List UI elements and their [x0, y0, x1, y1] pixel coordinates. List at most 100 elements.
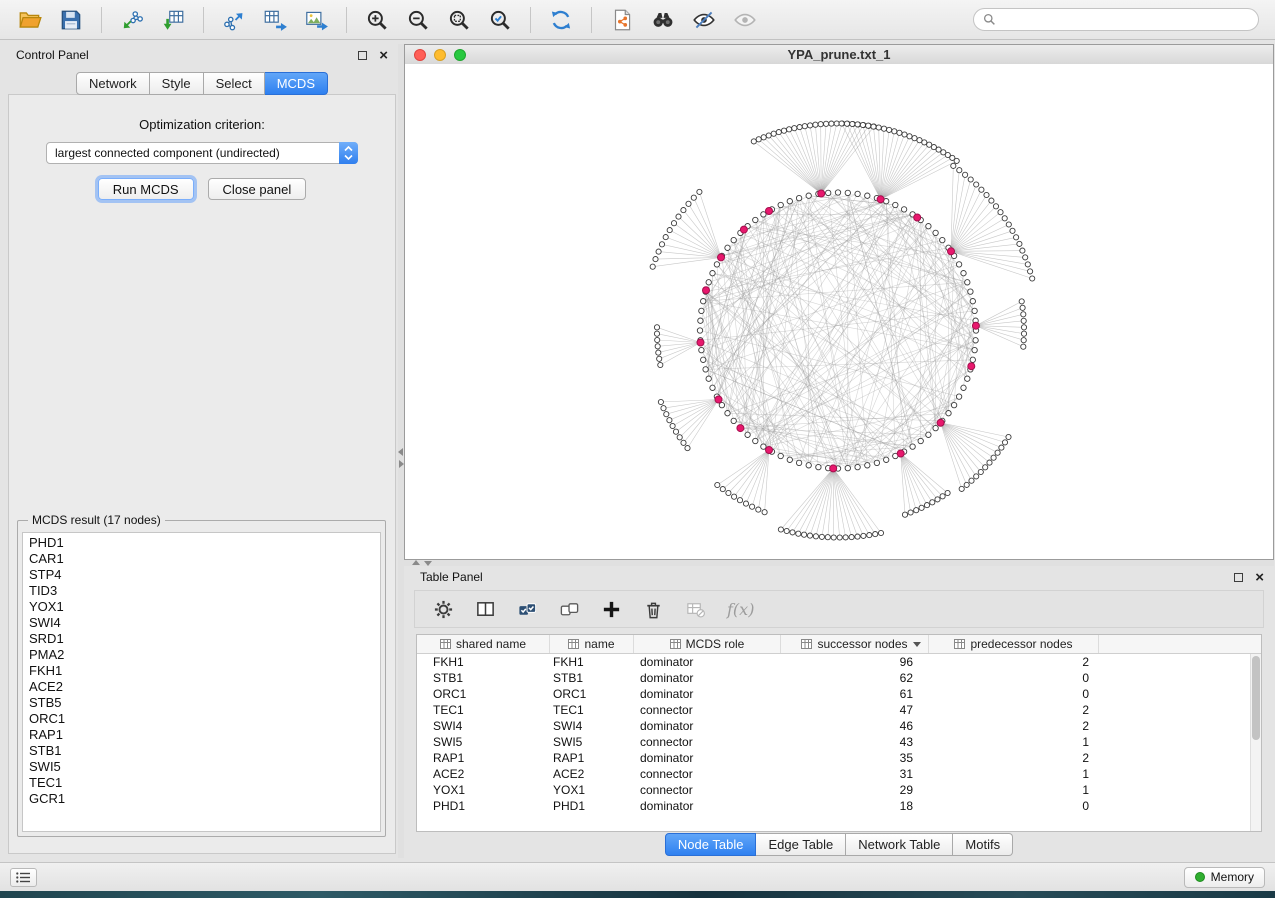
deselect-all-button[interactable] — [559, 599, 580, 620]
table-cell[interactable]: 47 — [781, 703, 929, 717]
tab-node-table[interactable]: Node Table — [665, 833, 757, 856]
leaf-node[interactable] — [974, 182, 979, 187]
leaf-node[interactable] — [999, 445, 1004, 450]
leaf-node[interactable] — [907, 134, 912, 139]
dropdown-stepper[interactable] — [339, 142, 358, 164]
leaf-node[interactable] — [831, 535, 836, 540]
leaf-node[interactable] — [715, 482, 720, 487]
leaf-node[interactable] — [963, 172, 968, 177]
float-panel-icon[interactable] — [1234, 573, 1243, 582]
leaf-node[interactable] — [1021, 331, 1026, 336]
table-cell[interactable]: 0 — [929, 687, 1099, 701]
ring-node[interactable] — [719, 402, 724, 407]
leaf-node[interactable] — [892, 129, 897, 134]
network-graph[interactable] — [405, 64, 1273, 559]
ring-node[interactable] — [745, 432, 750, 437]
table-row[interactable]: TEC1TEC1connector472 — [417, 702, 1261, 718]
leaf-node[interactable] — [1028, 269, 1033, 274]
leaf-node[interactable] — [951, 163, 956, 168]
table-cell[interactable]: 43 — [781, 735, 929, 749]
delete-column-button[interactable] — [643, 599, 664, 620]
leaf-node[interactable] — [790, 530, 795, 535]
table-cell[interactable]: 0 — [929, 799, 1099, 813]
tab-network-table[interactable]: Network Table — [846, 833, 953, 856]
ring-node[interactable] — [778, 202, 783, 207]
column-header-name[interactable]: name — [550, 635, 634, 653]
tab-mcds[interactable]: MCDS — [265, 72, 328, 95]
leaf-node[interactable] — [998, 210, 1003, 215]
zoom-fit-button[interactable] — [441, 5, 477, 35]
ring-node[interactable] — [884, 457, 889, 462]
leaf-node[interactable] — [654, 325, 659, 330]
leaf-node[interactable] — [897, 130, 902, 135]
table-cell[interactable]: ORC1 — [550, 687, 634, 701]
ring-node[interactable] — [970, 299, 975, 304]
leaf-node[interactable] — [750, 504, 755, 509]
leaf-node[interactable] — [860, 122, 865, 127]
table-cell[interactable]: ACE2 — [550, 767, 634, 781]
leaf-node[interactable] — [887, 127, 892, 132]
leaf-node[interactable] — [756, 507, 761, 512]
leaf-node[interactable] — [685, 446, 690, 451]
table-cell[interactable]: ACE2 — [417, 767, 550, 781]
zoom-in-button[interactable] — [359, 5, 395, 35]
table-cell[interactable]: SWI5 — [417, 735, 550, 749]
table-cell[interactable]: 29 — [781, 783, 929, 797]
leaf-node[interactable] — [667, 228, 672, 233]
ring-node[interactable] — [731, 418, 736, 423]
table-cell[interactable]: 62 — [781, 671, 929, 685]
column-header-predecessor-nodes[interactable]: predecessor nodes — [929, 635, 1099, 653]
leaf-node[interactable] — [1020, 248, 1025, 253]
leaf-node[interactable] — [655, 337, 660, 342]
table-settings-button[interactable] — [433, 599, 454, 620]
leaf-node[interactable] — [676, 214, 681, 219]
leaf-node[interactable] — [855, 534, 860, 539]
leaf-node[interactable] — [995, 450, 1000, 455]
leaf-node[interactable] — [1020, 305, 1025, 310]
leaf-node[interactable] — [781, 128, 786, 133]
table-cell[interactable]: YOX1 — [417, 783, 550, 797]
leaf-node[interactable] — [978, 469, 983, 474]
criterion-dropdown[interactable]: largest connected component (undirected) — [46, 142, 358, 164]
table-cell[interactable]: 18 — [781, 799, 929, 813]
table-cell[interactable]: RAP1 — [550, 751, 634, 765]
ring-node[interactable] — [845, 465, 850, 470]
leaf-node[interactable] — [1030, 276, 1035, 281]
leaf-node[interactable] — [656, 350, 661, 355]
ring-node[interactable] — [956, 262, 961, 267]
leaf-node[interactable] — [927, 142, 932, 147]
leaf-node[interactable] — [650, 264, 655, 269]
leaf-node[interactable] — [686, 201, 691, 206]
ring-node[interactable] — [710, 385, 715, 390]
hub-node[interactable] — [718, 254, 725, 261]
leaf-node[interactable] — [1014, 235, 1019, 240]
mcds-result-node[interactable]: SWI5 — [23, 759, 380, 775]
mcds-result-node[interactable]: STB5 — [23, 695, 380, 711]
leaf-node[interactable] — [935, 497, 940, 502]
leaf-node[interactable] — [807, 533, 812, 538]
leaf-node[interactable] — [969, 478, 974, 483]
hub-node[interactable] — [697, 339, 704, 346]
leaf-node[interactable] — [654, 331, 659, 336]
table-cell[interactable]: 1 — [929, 783, 1099, 797]
mcds-result-node[interactable]: RAP1 — [23, 727, 380, 743]
leaf-node[interactable] — [802, 532, 807, 537]
table-cell[interactable]: connector — [634, 735, 781, 749]
hub-node[interactable] — [914, 214, 921, 221]
ring-node[interactable] — [926, 432, 931, 437]
ring-node[interactable] — [706, 376, 711, 381]
leaf-node[interactable] — [964, 482, 969, 487]
table-row[interactable]: SWI5SWI5connector431 — [417, 734, 1261, 750]
ring-node[interactable] — [972, 308, 977, 313]
table-scrollbar[interactable] — [1250, 654, 1261, 831]
tab-select[interactable]: Select — [204, 72, 265, 95]
leaf-node[interactable] — [1023, 255, 1028, 260]
leaf-node[interactable] — [843, 535, 848, 540]
leaf-node[interactable] — [1021, 338, 1026, 343]
leaf-node[interactable] — [778, 527, 783, 532]
leaf-node[interactable] — [959, 486, 964, 491]
hub-node[interactable] — [737, 425, 744, 432]
column-header-mcds-role[interactable]: MCDS role — [634, 635, 781, 653]
leaf-node[interactable] — [871, 124, 876, 129]
leaf-node[interactable] — [658, 362, 663, 367]
